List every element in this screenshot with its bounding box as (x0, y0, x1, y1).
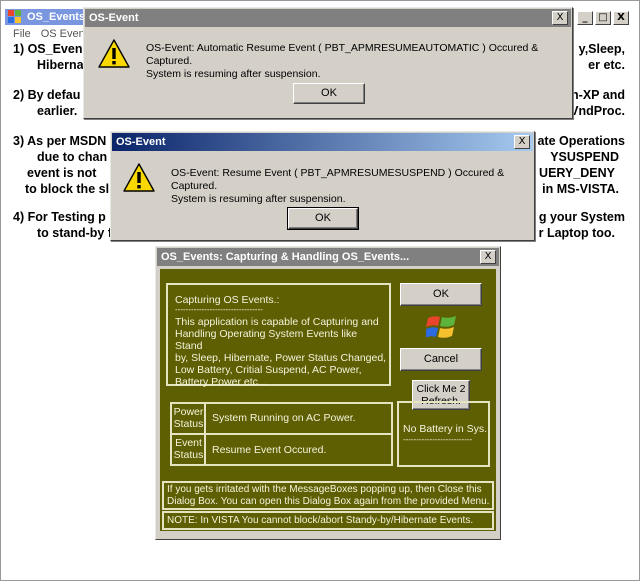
dialog-ok-button[interactable]: OK (400, 283, 482, 306)
msgbox-automatic-resume: OS-Event X OS-Event: Automatic Resume Ev… (83, 7, 573, 119)
os-dialog-body: Capturing OS Events.: ------------------… (160, 269, 496, 531)
os-events-dialog: OS_Events: Capturing & Handling OS_Event… (155, 246, 501, 540)
para-2-left: 2) By defau earlier. (13, 88, 81, 118)
battery-box: No Battery in Sys. ---------------------… (397, 401, 490, 467)
para-4-left: 4) For Testing p to stand-by f (13, 210, 112, 240)
warning-icon (98, 39, 130, 68)
event-status-value: Resume Event Occured. (212, 444, 327, 456)
msgbox-2-title: OS-Event (116, 136, 166, 148)
msgbox-2-ok-button[interactable]: OK (287, 207, 359, 230)
msgbox-1-ok-button[interactable]: OK (293, 83, 365, 104)
event-status-label: Event Status (173, 437, 204, 461)
msgbox-1-message: OS-Event: Automatic Resume Event ( PBT_A… (146, 42, 539, 80)
dialog-cancel-button[interactable]: Cancel (400, 348, 482, 371)
note-vista: NOTE: In VISTA You cannot block/abort St… (167, 515, 474, 526)
close-button[interactable]: X (613, 11, 629, 25)
msgbox-2-titlebar[interactable]: OS-Event X (112, 133, 533, 151)
status-divider-h (172, 433, 391, 435)
note-box-messageboxes: If you gets irritated with the MessageBo… (162, 481, 494, 510)
power-status-value: System Running on AC Power. (212, 412, 356, 424)
msgbox-resume-suspend: OS-Event X OS-Event: Resume Event ( PBT_… (110, 131, 535, 241)
os-dialog-title: OS_Events: Capturing & Handling OS_Event… (161, 251, 410, 263)
os-dialog-titlebar[interactable]: OS_Events: Capturing & Handling OS_Event… (157, 248, 499, 266)
msgbox-1-title: OS-Event (89, 12, 139, 24)
note-messageboxes: If you gets irritated with the MessageBo… (167, 484, 490, 507)
note-box-vista: NOTE: In VISTA You cannot block/abort St… (162, 511, 494, 530)
maximize-button[interactable]: □ (595, 11, 611, 25)
main-window-controls: _ □ X (577, 11, 629, 25)
os-dialog-close-button[interactable]: X (480, 250, 496, 264)
power-status-label: Power Status (173, 406, 204, 430)
msgbox-1-titlebar[interactable]: OS-Event X (85, 9, 571, 27)
para-1-right: y,Sleep, er etc. (578, 42, 625, 72)
info-divider: --------------------------------- (175, 305, 263, 314)
menu-file[interactable]: File (13, 26, 31, 42)
para-4-right: g your System r Laptop too. (538, 210, 625, 240)
para-2-right: n-XP and VndProc. (570, 88, 625, 118)
app-icon (8, 10, 21, 23)
info-box: Capturing OS Events.: ------------------… (166, 283, 391, 388)
msgbox-2-message: OS-Event: Resume Event ( PBT_APMRESUMESU… (171, 167, 505, 205)
menu-bar: File OS Events (13, 26, 93, 42)
info-text: Capturing OS Events.: ------------------… (175, 294, 387, 388)
msgbox-1-close-button[interactable]: X (552, 11, 568, 25)
windows-logo-icon (426, 316, 456, 338)
main-title-text: OS_Events (27, 11, 86, 23)
battery-text: No Battery in Sys. ---------------------… (403, 423, 488, 444)
para-1-left: 1) OS_Even Hiberna (13, 42, 84, 72)
msgbox-2-close-button[interactable]: X (514, 135, 530, 149)
para-3-left: 3) As per MSDN due to chan event is not … (13, 134, 110, 196)
para-3-right: ate Operations YSUSPEND UERY_DENY in MS-… (537, 134, 625, 196)
warning-icon (123, 163, 155, 192)
minimize-button[interactable]: _ (577, 11, 593, 25)
main-title: OS_Events (5, 9, 90, 25)
status-table: Power Status System Running on AC Power.… (170, 402, 393, 466)
